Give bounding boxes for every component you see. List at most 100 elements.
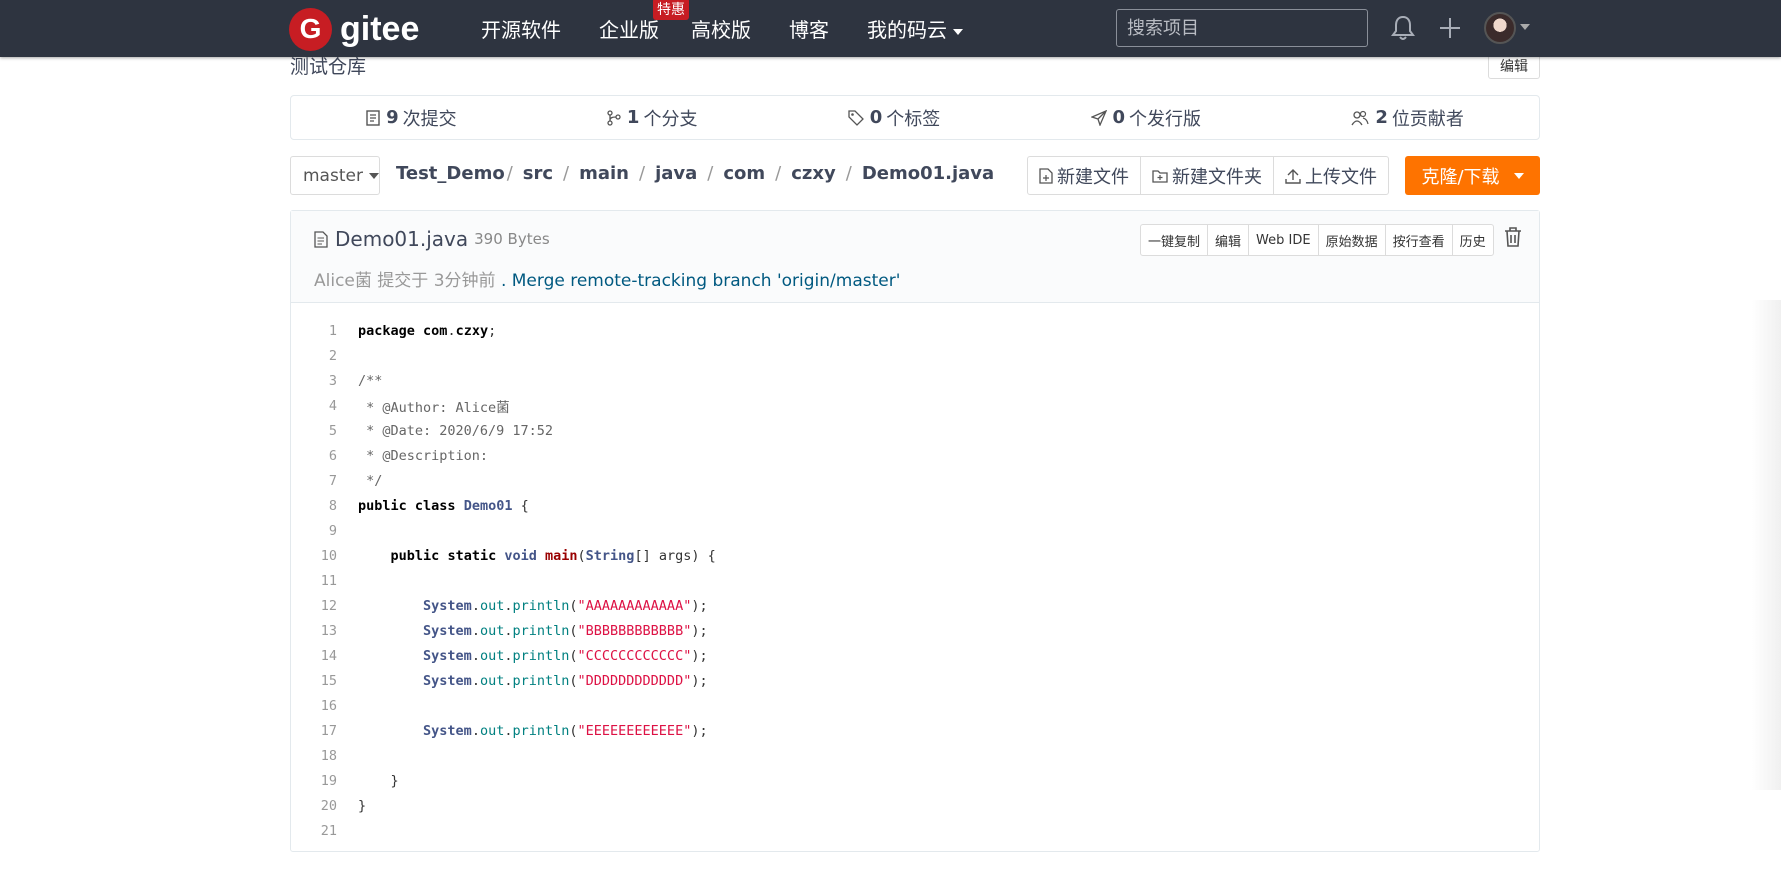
user-avatar[interactable] [1484, 12, 1516, 44]
stat-branches-count: 1 [626, 107, 640, 128]
code-line: 5 * @Date: 2020/6/9 17:52 [291, 418, 1539, 443]
code-text: System.out.println("AAAAAAAAAAAA"); [423, 597, 708, 614]
web-ide-button[interactable]: Web IDE [1249, 225, 1319, 255]
line-number[interactable]: 15 [291, 673, 337, 689]
new-folder-button[interactable]: 新建文件夹 [1141, 157, 1274, 194]
line-number[interactable]: 6 [291, 448, 337, 464]
code-text: System.out.println("DDDDDDDDDDDD"); [423, 672, 708, 689]
line-number[interactable]: 4 [291, 398, 337, 414]
plus-icon[interactable] [1438, 16, 1462, 40]
history-button[interactable]: 历史 [1453, 225, 1493, 255]
code-text: public static void main(String[] args) { [390, 547, 716, 564]
commit-author[interactable]: Alice菌 [314, 271, 372, 291]
code-line: 1 package com.czxy; [291, 318, 1539, 343]
main-nav: 开源软件 企业版 特惠 高校版 博客 我的码云 [481, 0, 963, 57]
code-view: 1 package com.czxy; 2 3 /** 4 * @Author: Alic… [291, 318, 1539, 843]
stat-tags[interactable]: 0 个标签 [848, 105, 940, 131]
search-input[interactable] [1116, 9, 1368, 47]
commit-message[interactable]: Merge remote-tracking branch 'origin/mas… [512, 271, 901, 291]
nav-item-open-source[interactable]: 开源软件 [481, 14, 561, 43]
line-number[interactable]: 3 [291, 373, 337, 389]
nav-item-blog[interactable]: 博客 [789, 14, 829, 43]
file-toolbar: 新建文件 新建文件夹 上传文件 [1027, 156, 1389, 195]
line-number[interactable]: 21 [291, 823, 337, 839]
code-line: 13 System.out.println("BBBBBBBBBBBB"); [291, 618, 1539, 643]
clone-download-button[interactable]: 克隆/下载 [1405, 156, 1540, 195]
bell-icon[interactable] [1390, 14, 1416, 42]
file-title: Demo01.java 390 Bytes [314, 227, 550, 251]
copy-all-button[interactable]: 一键复制 [1141, 225, 1209, 255]
branch-selector[interactable]: master [290, 156, 380, 195]
upload-file-button[interactable]: 上传文件 [1274, 157, 1388, 194]
breadcrumb-item[interactable]: java [655, 163, 697, 184]
stat-releases[interactable]: 0 个发行版 [1090, 105, 1201, 131]
line-number[interactable]: 19 [291, 773, 337, 789]
code-text: } [358, 797, 367, 814]
new-file-button[interactable]: 新建文件 [1028, 157, 1141, 194]
line-number[interactable]: 13 [291, 623, 337, 639]
line-number[interactable]: 1 [291, 323, 337, 339]
release-icon [1090, 109, 1107, 126]
line-number[interactable]: 14 [291, 648, 337, 664]
chevron-down-icon [1513, 172, 1524, 179]
raw-data-button[interactable]: 原始数据 [1319, 225, 1386, 255]
stat-tags-count: 0 [869, 107, 883, 128]
breadcrumb-separator: / [845, 163, 852, 184]
line-number[interactable]: 12 [291, 598, 337, 614]
breadcrumb-item[interactable]: com [723, 163, 765, 184]
file-viewer: Demo01.java 390 Bytes Alice菌 提交于 3分钟前 . … [290, 210, 1540, 852]
top-navbar: G gitee 开源软件 企业版 特惠 高校版 博客 我的码云 [0, 0, 1781, 57]
line-number[interactable]: 17 [291, 723, 337, 739]
breadcrumb-separator: / [563, 163, 570, 184]
line-number[interactable]: 8 [291, 498, 337, 514]
upload-file-label: 上传文件 [1305, 166, 1377, 188]
nav-item-enterprise[interactable]: 企业版 特惠 [599, 0, 689, 43]
line-number[interactable]: 16 [291, 698, 337, 714]
code-line: 21 [291, 818, 1539, 843]
breadcrumb-current: Demo01.java [861, 163, 995, 184]
breadcrumb-item[interactable]: czxy [791, 163, 836, 184]
line-number[interactable]: 7 [291, 473, 337, 489]
breadcrumb-item[interactable]: main [579, 163, 629, 184]
page-edge-shadow [1752, 300, 1781, 790]
code-line: 9 [291, 518, 1539, 543]
chevron-down-icon [368, 172, 379, 179]
breadcrumb-item[interactable]: src [523, 163, 553, 184]
code-line: 6 * @Description: [291, 443, 1539, 468]
code-text: /** [358, 372, 383, 389]
line-number[interactable]: 20 [291, 798, 337, 814]
blame-button[interactable]: 按行查看 [1386, 225, 1453, 255]
line-number[interactable]: 9 [291, 523, 337, 539]
line-number[interactable]: 2 [291, 348, 337, 364]
code-line: 16 [291, 693, 1539, 718]
breadcrumb-item[interactable]: Test_Demo [396, 163, 505, 184]
code-line: 3 /** [291, 368, 1539, 393]
stat-contributors[interactable]: 2 位贡献者 [1351, 105, 1464, 131]
breadcrumb-separator: / [707, 163, 714, 184]
code-line: 20} [291, 793, 1539, 818]
branch-icon [607, 109, 621, 126]
edit-file-button[interactable]: 编辑 [1208, 225, 1250, 255]
line-number[interactable]: 18 [291, 748, 337, 764]
code-line: 4 * @Author: Alice菌 [291, 393, 1539, 418]
line-number[interactable]: 11 [291, 573, 337, 589]
nav-item-my-gitee[interactable]: 我的码云 [867, 14, 963, 43]
code-text: package com.czxy; [358, 322, 497, 339]
file-size: 390 Bytes [474, 230, 550, 248]
gitee-logo[interactable]: G gitee [289, 7, 419, 51]
trash-icon[interactable] [1502, 226, 1524, 248]
line-number[interactable]: 5 [291, 423, 337, 439]
nav-item-education[interactable]: 高校版 [691, 14, 751, 43]
clone-download-label: 克隆/下载 [1421, 166, 1500, 188]
file-header: Demo01.java 390 Bytes Alice菌 提交于 3分钟前 . … [291, 211, 1539, 303]
file-icon [314, 230, 328, 248]
stat-branches[interactable]: 1 个分支 [607, 105, 697, 131]
code-line: 11 [291, 568, 1539, 593]
line-number[interactable]: 10 [291, 548, 337, 564]
new-file-icon [1039, 167, 1053, 184]
code-line: 8 public class Demo01 { [291, 493, 1539, 518]
commit-icon [366, 109, 380, 126]
avatar-chevron-down-icon[interactable] [1520, 24, 1530, 30]
stat-commits[interactable]: 9 次提交 [366, 105, 457, 131]
stat-contributors-label: 位贡献者 [1391, 108, 1464, 130]
